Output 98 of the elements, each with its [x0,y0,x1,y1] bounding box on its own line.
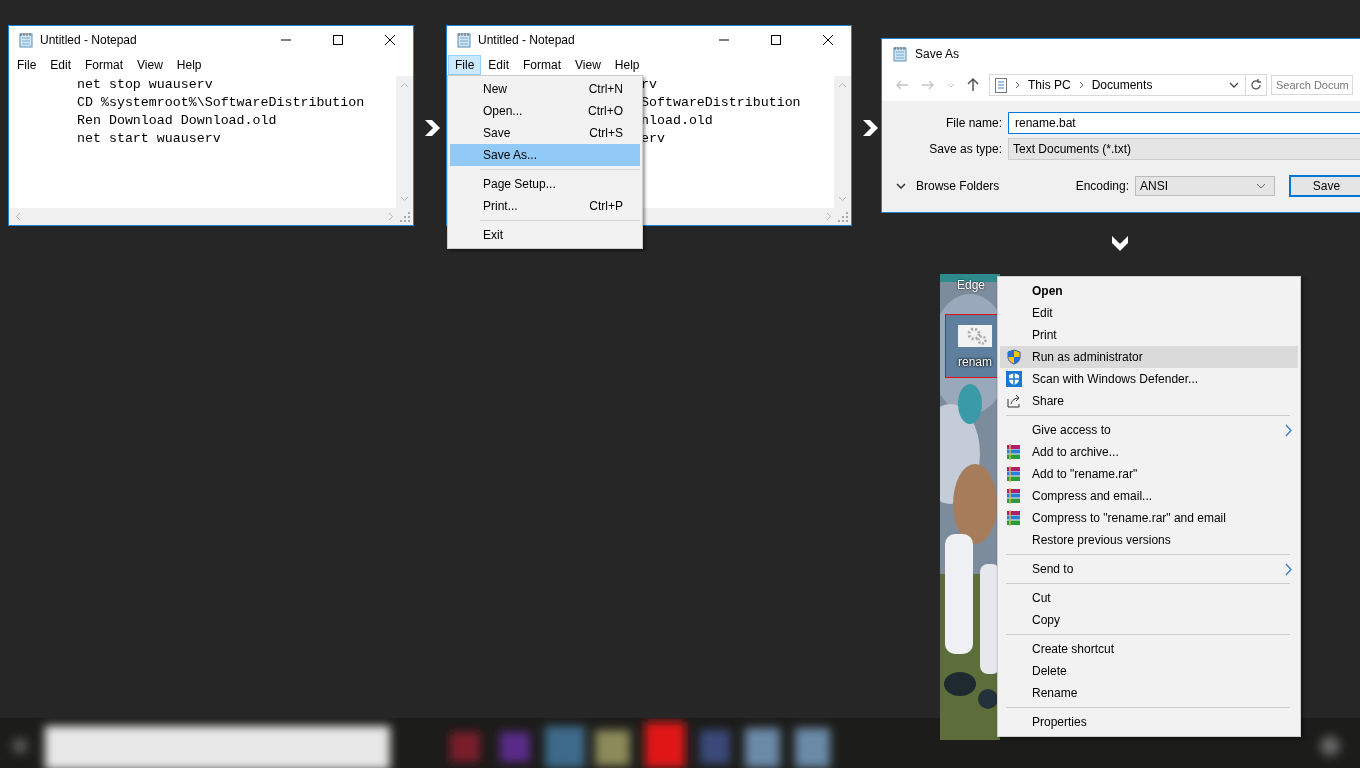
menu-item[interactable]: Edit [43,55,79,75]
close-icon[interactable] [823,35,833,45]
refresh-icon[interactable] [1250,79,1262,91]
menu-item[interactable]: Format [516,55,569,75]
menu-item[interactable]: Format [78,55,131,75]
menu-item[interactable]: View [568,55,608,75]
window-title: Save As [915,47,960,61]
submenu-chevron-icon [1285,562,1292,576]
forward-icon[interactable] [921,80,935,90]
archive-books-icon [1006,488,1022,504]
encoding-label: Encoding: [1075,179,1129,193]
menu-item[interactable]: Print [1000,324,1298,346]
menu-item[interactable]: File [10,55,44,75]
notepad-icon [456,32,472,48]
scroll-down-icon[interactable] [838,196,847,202]
menu-item[interactable]: Create shortcut [1000,638,1298,660]
next-step-arrow-icon [1110,233,1130,253]
archive-books-icon [1006,466,1022,482]
code-line: SoftwareDistribution [641,94,801,112]
back-icon[interactable] [895,80,909,90]
defender-shield-icon [1006,371,1022,387]
menu-item[interactable]: Open... Ctrl+O [450,100,640,122]
menu-item[interactable]: Send to [1000,558,1298,580]
code-line: net start wuauserv [77,130,221,148]
chevron-down-icon[interactable] [896,183,906,189]
resize-grip-icon[interactable] [838,211,848,222]
scroll-up-icon[interactable] [400,82,409,88]
maximize-icon[interactable] [771,35,781,45]
browse-folders-toggle[interactable]: Browse Folders [896,179,1000,193]
menu-item[interactable]: Cut [1000,587,1298,609]
encoding-dropdown[interactable]: ANSI [1135,176,1275,196]
menu-item[interactable]: Delete [1000,660,1298,682]
field-label: File name: [944,116,1003,130]
notepad-icon [892,46,908,62]
menu-item[interactable]: Compress and email... [1000,485,1298,507]
menu-item[interactable]: Edit [481,55,517,75]
chevron-right-icon [1078,81,1084,89]
submenu-chevron-icon [1285,423,1292,437]
close-icon[interactable] [385,35,395,45]
menu-item[interactable]: Share [1000,390,1298,412]
notepad-icon [18,32,34,48]
path-segment[interactable]: This PC [1028,78,1071,92]
document-icon [995,77,1007,93]
scroll-left-icon[interactable] [15,212,21,221]
menu-item[interactable]: File [448,55,482,75]
horizontal-scrollbar[interactable] [9,208,413,225]
code-line: Ren Download Download.old [77,112,277,130]
menu-item[interactable]: Help [169,55,209,75]
chevron-right-icon [1015,81,1020,89]
shield-icon [1006,349,1022,365]
address-bar[interactable]: This PC Documents [989,74,1246,96]
menu-item[interactable]: Add to archive... [1000,441,1298,463]
code-line: rv [641,76,657,94]
menu-item[interactable]: Scan with Windows Defender... [1000,368,1298,390]
path-segment[interactable]: Documents [1091,78,1153,92]
window-title: Untitled - Notepad [478,33,575,47]
file-name-field[interactable]: rename.bat [1008,112,1360,134]
vertical-scrollbar[interactable] [834,76,851,208]
code-line: net stop wuauserv [77,76,213,94]
resize-grip-icon[interactable] [400,211,410,222]
share-icon [1006,393,1022,409]
scroll-right-icon[interactable] [826,212,832,221]
scroll-right-icon[interactable] [388,212,394,221]
menu-item[interactable]: Exit [450,224,640,246]
maximize-icon[interactable] [333,35,343,45]
menu-item[interactable]: Help [607,55,647,75]
dropdown-caret-icon[interactable] [1229,82,1239,88]
scroll-up-icon[interactable] [838,82,847,88]
search-field[interactable]: Search Docum [1271,75,1353,95]
vertical-scrollbar[interactable] [396,76,413,208]
menu-item[interactable]: Give access to [1000,419,1298,441]
archive-books-icon [1006,444,1022,460]
menu-item[interactable]: Compress to "rename.rar" and email [1000,507,1298,529]
menu-item[interactable]: Restore previous versions [1000,529,1298,551]
menu-item[interactable]: Copy [1000,609,1298,631]
menu-item[interactable]: Rename [1000,682,1298,704]
file-type-dropdown[interactable]: Text Documents (*.txt) [1008,138,1360,160]
dropdown-caret-icon[interactable] [1256,183,1266,189]
menu-item[interactable]: Print... Ctrl+P [450,195,640,217]
menu-item[interactable]: Run as administrator [1000,346,1298,368]
menu-item[interactable]: View [130,55,170,75]
code-line: CD %systemroot%\SoftwareDistribution [77,94,365,112]
code-line: nload.old [641,112,713,130]
up-arrow-icon[interactable] [967,78,979,92]
window-title: Untitled - Notepad [40,33,137,47]
menu-item[interactable]: Save As... [450,144,640,166]
archive-books-icon [1006,510,1022,526]
menu-item[interactable]: Edit [1000,302,1298,324]
menu-item[interactable]: New Ctrl+N [450,78,640,100]
refresh-button[interactable] [1245,74,1267,96]
menu-item[interactable]: Open [1000,280,1298,302]
save-button[interactable]: Save [1289,175,1360,197]
scroll-down-icon[interactable] [400,196,409,202]
field-label: Save as type: [928,142,1003,156]
menu-item[interactable]: Save Ctrl+S [450,122,640,144]
menu-item[interactable]: Add to "rename.rar" [1000,463,1298,485]
menu-item[interactable]: Page Setup... [450,173,640,195]
menu-item[interactable]: Properties [1000,711,1298,733]
